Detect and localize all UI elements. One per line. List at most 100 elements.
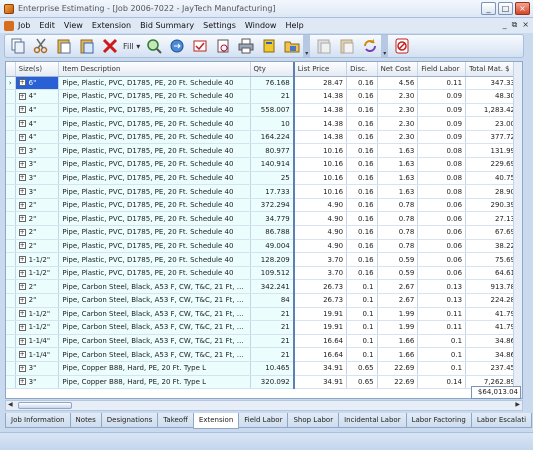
discount-cell[interactable]: 0.1 bbox=[346, 347, 378, 362]
column-header-description[interactable]: Item Description bbox=[58, 62, 251, 77]
row-selector[interactable] bbox=[6, 361, 16, 376]
qty-cell[interactable]: 80.977 bbox=[250, 143, 295, 159]
paste-special-icon[interactable] bbox=[77, 36, 97, 56]
size-cell[interactable]: +3" bbox=[15, 184, 60, 199]
total-mat-cell[interactable]: 290.39 bbox=[465, 198, 519, 213]
discount-cell[interactable]: 0.16 bbox=[346, 252, 378, 267]
table-row[interactable]: +1-1/2" Pipe, Carbon Steel, Black, A53 F,… bbox=[6, 320, 519, 335]
size-cell[interactable]: +1-1/2" bbox=[15, 307, 60, 322]
size-cell[interactable]: +4" bbox=[15, 89, 60, 104]
discount-cell[interactable]: 0.16 bbox=[346, 211, 378, 227]
expand-icon[interactable]: + bbox=[18, 228, 26, 236]
description-cell[interactable]: Pipe, Carbon Steel, Black, A53 F, CW, T&… bbox=[58, 320, 251, 335]
total-mat-cell[interactable]: 64.61 bbox=[465, 266, 519, 281]
mdi-close-button[interactable]: × bbox=[522, 20, 529, 30]
list-price-cell[interactable]: 16.64 bbox=[293, 347, 348, 362]
paste-icon[interactable] bbox=[54, 36, 74, 56]
description-cell[interactable]: Pipe, Plastic, PVC, D1785, PE, 20 Ft. Sc… bbox=[58, 184, 251, 199]
list-price-cell[interactable]: 10.16 bbox=[293, 184, 348, 199]
column-header-net-cost[interactable]: Net Cost bbox=[377, 62, 419, 77]
qty-cell[interactable]: 372.294 bbox=[250, 198, 295, 213]
description-cell[interactable]: Pipe, Plastic, PVC, D1785, PE, 20 Ft. Sc… bbox=[58, 89, 251, 104]
size-cell[interactable]: +1-1/2" bbox=[15, 266, 60, 281]
total-mat-cell[interactable]: 237.45 bbox=[465, 361, 519, 376]
description-cell[interactable]: Pipe, Copper B88, Hard, PE, 20 Ft. Type … bbox=[58, 361, 251, 376]
list-price-cell[interactable]: 14.38 bbox=[293, 130, 348, 145]
net-cost-cell[interactable]: 1.66 bbox=[377, 347, 419, 362]
size-cell[interactable]: +2" bbox=[15, 239, 60, 254]
expand-icon[interactable]: + bbox=[18, 378, 26, 386]
tab-incidental-labor[interactable]: Incidental Labor bbox=[338, 413, 407, 428]
discount-cell[interactable]: 0.16 bbox=[346, 198, 378, 213]
field-labor-cell[interactable]: 0.09 bbox=[417, 116, 467, 131]
total-mat-cell[interactable]: 41.79 bbox=[465, 320, 519, 335]
net-cost-cell[interactable]: 0.59 bbox=[377, 266, 419, 281]
expand-icon[interactable]: + bbox=[18, 364, 26, 372]
total-mat-cell[interactable]: 40.75 bbox=[465, 171, 519, 186]
discount-cell[interactable]: 0.16 bbox=[346, 184, 378, 199]
qty-cell[interactable]: 109.512 bbox=[250, 266, 295, 281]
column-header-size[interactable]: Size(s) bbox=[15, 62, 60, 77]
spell-icon[interactable] bbox=[190, 36, 210, 56]
list-price-cell[interactable]: 10.16 bbox=[293, 157, 348, 172]
qty-cell[interactable]: 21 bbox=[250, 307, 295, 322]
list-price-cell[interactable]: 26.73 bbox=[293, 279, 348, 294]
field-labor-cell[interactable]: 0.06 bbox=[417, 239, 467, 254]
size-cell[interactable]: +4" bbox=[15, 130, 60, 145]
expand-icon[interactable]: + bbox=[18, 120, 26, 128]
expand-icon[interactable]: + bbox=[18, 92, 26, 100]
expand-icon[interactable]: + bbox=[18, 323, 26, 331]
qty-cell[interactable]: 86.788 bbox=[250, 225, 295, 240]
toolbar-overflow-icon[interactable]: ▾ bbox=[381, 35, 389, 57]
discount-cell[interactable]: 0.16 bbox=[346, 225, 378, 240]
table-row[interactable]: +2" Pipe, Plastic, PVC, D1785, PE, 20 Ft.… bbox=[6, 198, 519, 213]
list-price-cell[interactable]: 19.91 bbox=[293, 307, 348, 322]
row-selector[interactable] bbox=[6, 198, 16, 213]
size-cell[interactable]: +6" bbox=[15, 76, 60, 91]
net-cost-cell[interactable]: 0.78 bbox=[377, 198, 419, 213]
description-cell[interactable]: Pipe, Carbon Steel, Black, A53 F, CW, T&… bbox=[58, 334, 251, 349]
field-labor-cell[interactable]: 0.11 bbox=[417, 307, 467, 322]
row-selector[interactable] bbox=[6, 89, 16, 104]
field-labor-cell[interactable]: 0.08 bbox=[417, 157, 467, 172]
expand-icon[interactable]: + bbox=[18, 160, 26, 168]
tab-labor-escalation[interactable]: Labor Escalati bbox=[470, 413, 533, 428]
menu-help[interactable]: Help bbox=[285, 21, 303, 30]
table-row[interactable]: +2" Pipe, Plastic, PVC, D1785, PE, 20 Ft.… bbox=[6, 225, 519, 240]
qty-cell[interactable]: 21 bbox=[250, 347, 295, 362]
field-labor-cell[interactable]: 0.13 bbox=[417, 279, 467, 294]
row-selector[interactable] bbox=[6, 293, 16, 308]
description-cell[interactable]: Pipe, Carbon Steel, Black, A53 F, CW, T&… bbox=[58, 347, 251, 362]
discount-cell[interactable]: 0.1 bbox=[346, 279, 378, 294]
table-row[interactable]: › +6" Pipe, Plastic, PVC, D1785, PE, 20 Ft… bbox=[6, 76, 519, 91]
qty-cell[interactable]: 76.168 bbox=[250, 76, 295, 91]
expand-icon[interactable]: + bbox=[18, 337, 26, 345]
net-cost-cell[interactable]: 0.78 bbox=[377, 211, 419, 227]
expand-icon[interactable]: + bbox=[18, 188, 26, 196]
qty-cell[interactable]: 164.224 bbox=[250, 130, 295, 145]
net-cost-cell[interactable]: 1.63 bbox=[377, 157, 419, 172]
list-price-cell[interactable]: 4.90 bbox=[293, 198, 348, 213]
qty-cell[interactable]: 10 bbox=[250, 116, 295, 131]
table-row[interactable]: +1-1/4" Pipe, Carbon Steel, Black, A53 F,… bbox=[6, 347, 519, 362]
table-row[interactable]: +3" Pipe, Plastic, PVC, D1785, PE, 20 Ft.… bbox=[6, 157, 519, 172]
toolbar-overflow-icon[interactable]: ▾ bbox=[303, 35, 311, 57]
net-cost-cell[interactable]: 0.78 bbox=[377, 225, 419, 240]
total-mat-cell[interactable]: 41.79 bbox=[465, 307, 519, 322]
menu-settings[interactable]: Settings bbox=[203, 21, 236, 30]
description-cell[interactable]: Pipe, Plastic, PVC, D1785, PE, 20 Ft. Sc… bbox=[58, 252, 251, 267]
table-row[interactable]: +2" Pipe, Carbon Steel, Black, A53 F, CW,… bbox=[6, 279, 519, 294]
net-cost-cell[interactable]: 4.56 bbox=[377, 76, 419, 91]
net-cost-cell[interactable]: 2.67 bbox=[377, 279, 419, 294]
column-header-list-price[interactable]: List Price bbox=[293, 62, 348, 77]
table-row[interactable]: +4" Pipe, Plastic, PVC, D1785, PE, 20 Ft.… bbox=[6, 130, 519, 145]
net-cost-cell[interactable]: 22.69 bbox=[377, 361, 419, 376]
size-cell[interactable]: +3" bbox=[15, 157, 60, 172]
qty-cell[interactable]: 17.733 bbox=[250, 184, 295, 199]
size-cell[interactable]: +2" bbox=[15, 225, 60, 240]
table-row[interactable]: +1-1/2" Pipe, Carbon Steel, Black, A53 F,… bbox=[6, 307, 519, 322]
print-preview-icon[interactable] bbox=[213, 36, 233, 56]
menu-window[interactable]: Window bbox=[245, 21, 277, 30]
document-icon[interactable] bbox=[4, 20, 14, 31]
tab-job-information[interactable]: Job Information bbox=[5, 413, 71, 428]
